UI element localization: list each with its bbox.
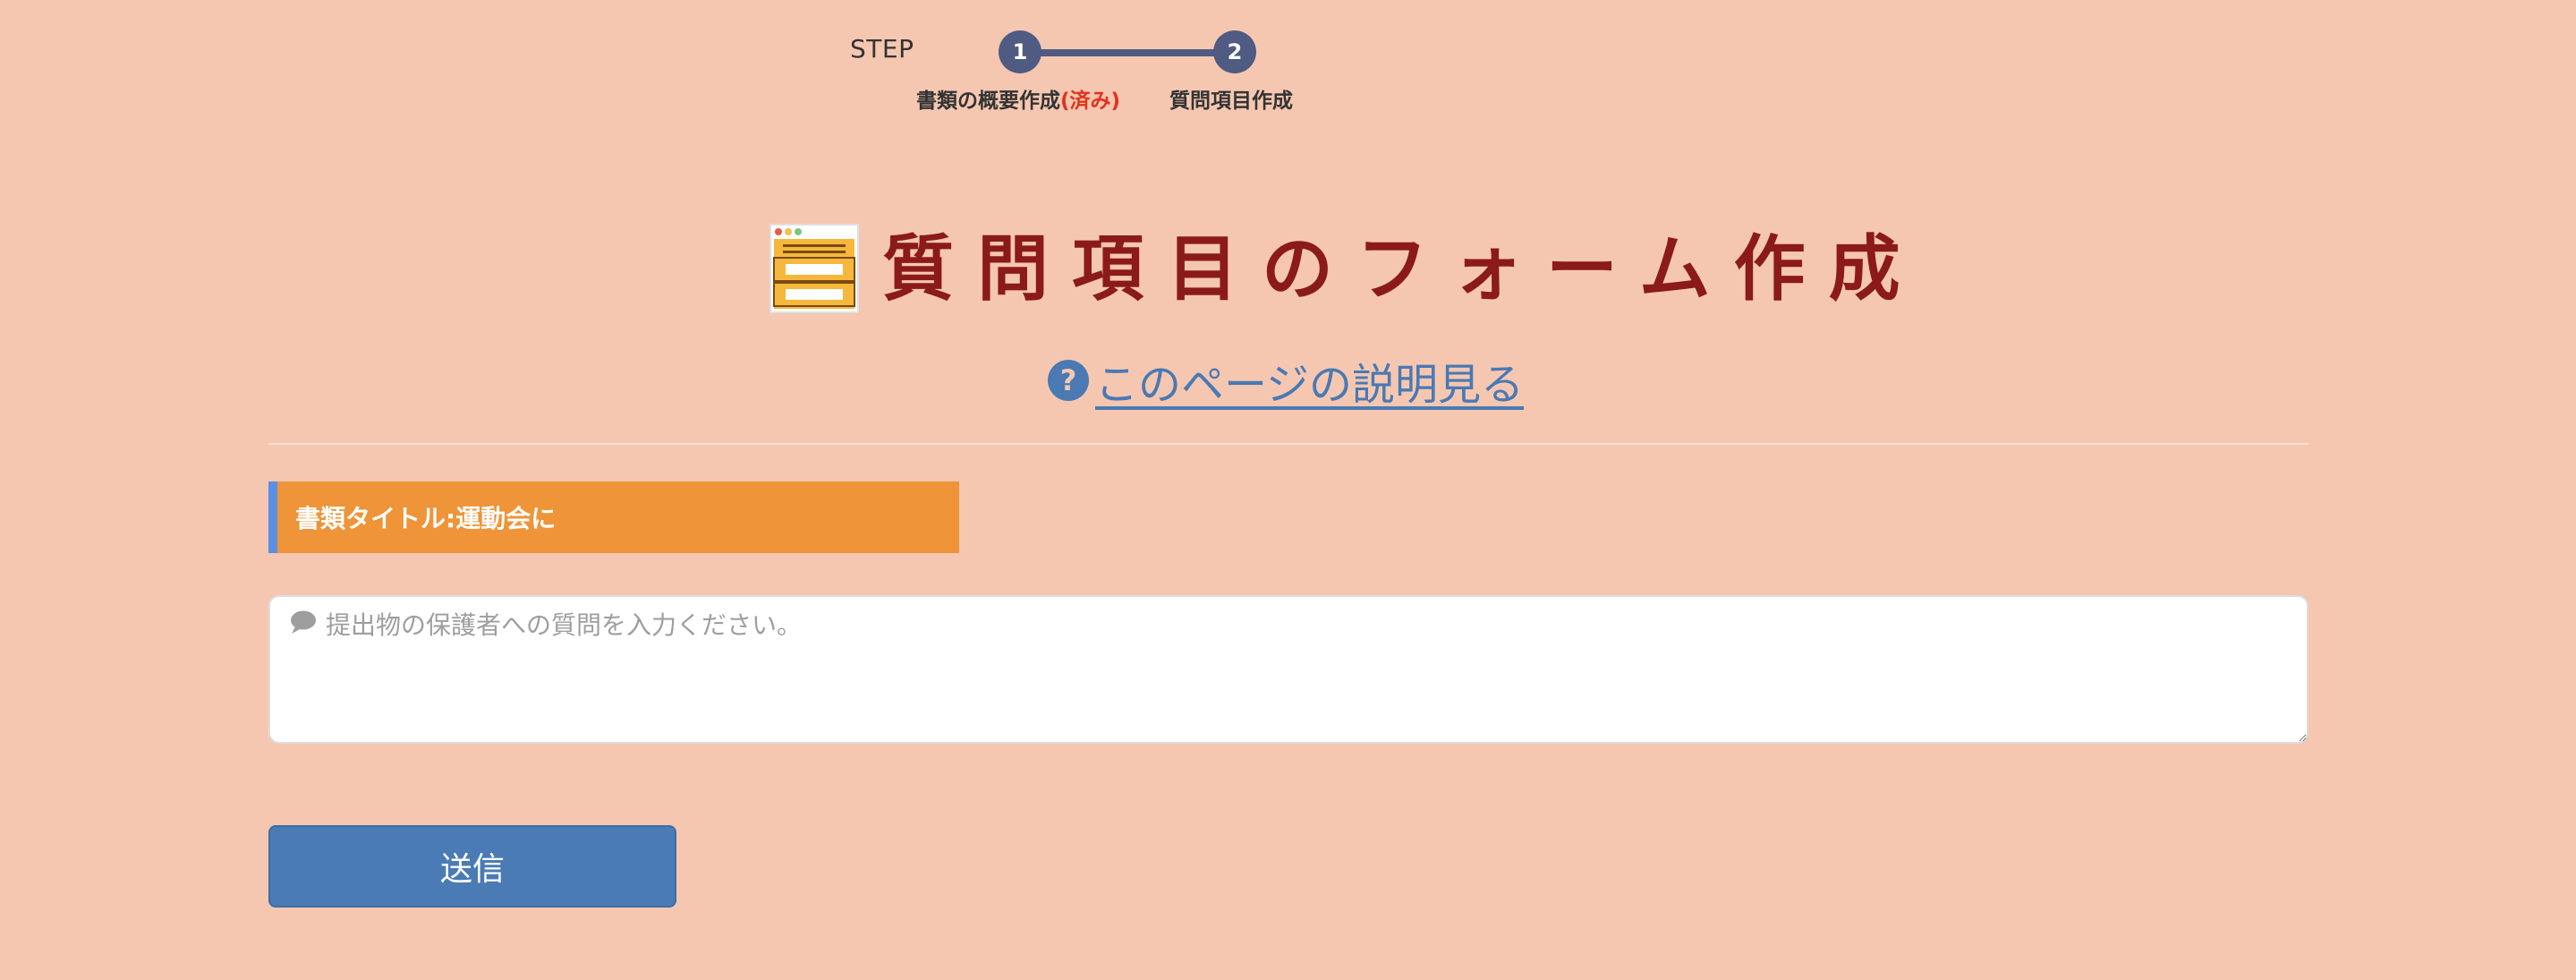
question-field-wrapper xyxy=(268,595,2308,744)
step-1-caption: 書類の概要作成(済み) xyxy=(916,83,1120,114)
step-1-circle: 1 xyxy=(999,30,1041,73)
form-window-icon xyxy=(769,224,859,313)
page-title: 質問項目のフォーム作成 xyxy=(882,226,1924,311)
step-label: STEP xyxy=(850,34,914,64)
step-connector xyxy=(1020,49,1235,56)
page-heading: 質問項目のフォーム作成 xyxy=(769,224,1924,313)
document-title-text: 書類タイトル:運動会に xyxy=(295,504,557,533)
step-1-status: (済み) xyxy=(1060,89,1121,113)
section-divider xyxy=(268,443,2308,445)
step-2-circle: 2 xyxy=(1213,30,1256,73)
document-title-bar: 書類タイトル:運動会に xyxy=(268,481,959,553)
question-input[interactable] xyxy=(268,595,2308,744)
step-2-caption: 質問項目作成 xyxy=(1169,89,1293,113)
help-link-text[interactable]: このページの説明見る xyxy=(1095,349,1524,412)
step-1-caption-text: 書類の概要作成 xyxy=(916,89,1060,113)
help-link[interactable]: ? このページの説明見る xyxy=(1047,349,1524,412)
svg-text:?: ? xyxy=(1060,363,1077,397)
question-circle-icon: ? xyxy=(1048,360,1089,401)
submit-button[interactable]: 送信 xyxy=(268,825,676,908)
